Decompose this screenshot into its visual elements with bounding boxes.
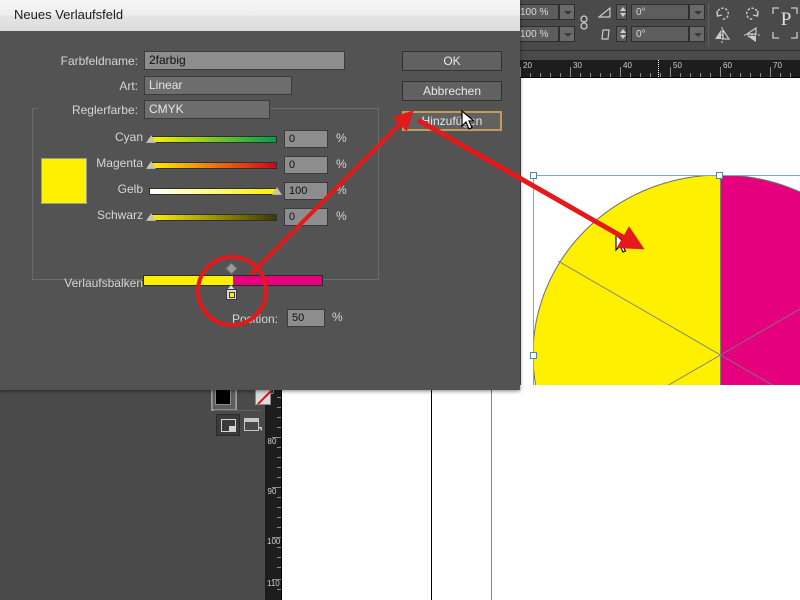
rotate-icon[interactable] [598,27,612,41]
black-label: Schwarz [53,208,143,222]
rotation-field[interactable]: 0° [631,26,689,42]
position-label: Position: [178,312,278,326]
vertical-ruler[interactable]: 0 80 90 100 110 [265,385,282,600]
gradient-ramp-label: Verlaufsbalken [30,276,143,290]
horizontal-ruler[interactable]: 20 30 40 50 60 70 [515,60,800,78]
none-swatch[interactable] [255,389,271,405]
yellow-unit: % [336,183,347,197]
cyan-slider-track[interactable] [149,136,277,143]
flip-horizontal-icon[interactable] [714,26,732,44]
control-panel: 100 % 100 % 0° 0° [515,0,800,51]
black-slider-thumb[interactable] [146,213,156,221]
apply-to-text-button[interactable] [242,414,262,434]
black-value-input[interactable]: 0 [284,208,328,226]
ruler-label-h-5: 70 [773,61,782,70]
mouse-cursor-artwork [615,234,629,254]
page-edge-line-lower [431,385,432,600]
magenta-label: Magenta [53,156,143,170]
ruler-label-h-3: 50 [673,61,682,70]
ruler-label-h-2: 40 [623,61,632,70]
shear-icon[interactable] [598,5,612,19]
cyan-unit: % [336,131,347,145]
ruler-label-v-1: 80 [267,438,277,445]
mouse-cursor-add-button [461,110,476,131]
flip-vertical-icon[interactable] [743,26,761,44]
magenta-slider-thumb[interactable] [146,161,156,169]
toolbox-divider [214,410,262,411]
position-input[interactable]: 50 [287,309,325,327]
scale-x-dropdown[interactable] [559,4,575,20]
magenta-slider-track[interactable] [149,162,277,169]
shear-dropdown[interactable] [689,4,705,20]
position-unit: % [332,310,343,324]
swatch-name-input[interactable]: 2farbig [144,51,345,70]
link-chain-icon[interactable] [578,13,590,33]
toolbox-swatch-cluster [212,386,264,442]
dialog-titlebar[interactable]: Neues Verlaufsfeld [0,0,520,31]
shear-field[interactable]: 0° [631,4,689,20]
ruler-label-v-3: 100 [267,538,277,545]
gradient-stop-selected[interactable] [226,286,237,300]
shear-stepper[interactable] [616,4,627,20]
yellow-label: Gelb [63,182,143,196]
scale-y-field[interactable]: 100 % [515,26,559,42]
cancel-button[interactable]: Abbrechen [402,81,502,101]
ok-button[interactable]: OK [402,51,502,71]
slider-color-label: Reglerfarbe: [8,103,138,117]
scale-x-field[interactable]: 100 % [515,4,559,20]
ruler-label-h-1: 30 [573,61,582,70]
reference-point-label: P [777,9,795,31]
dialog-title: Neues Verlaufsfeld [14,7,123,22]
rotation-dropdown[interactable] [689,26,705,42]
magenta-unit: % [336,157,347,171]
rotate-clockwise-icon[interactable] [714,4,732,22]
rotate-counterclockwise-icon[interactable] [743,4,761,22]
cyan-label: Cyan [63,130,143,144]
black-swatch[interactable] [215,389,231,405]
ruler-label-v-2: 90 [267,488,277,495]
cyan-value-input[interactable]: 0 [284,130,328,148]
gradient-type-select[interactable]: Linear [144,76,292,95]
rotation-stepper[interactable] [616,26,627,42]
ruler-label-h-4: 60 [723,61,732,70]
slider-color-select[interactable]: CMYK [144,100,270,119]
gradient-type-label: Art: [8,79,138,93]
yellow-slider-thumb[interactable] [272,187,282,195]
add-button[interactable]: Hinzufügen [402,111,502,131]
document-page-lower[interactable] [281,385,800,600]
yellow-value-input[interactable]: 100 [284,182,328,200]
scale-y-dropdown[interactable] [559,26,575,42]
margin-guide-lower [491,385,492,600]
ruler-page-marker [658,60,660,77]
selection-handle-top-left[interactable] [530,172,537,179]
new-gradient-swatch-dialog: Neues Verlaufsfeld Farbfeldname: 2farbig… [0,0,520,390]
magenta-value-input[interactable]: 0 [284,156,328,174]
cyan-slider-thumb[interactable] [146,135,156,143]
apply-to-container-button[interactable] [216,414,240,436]
black-slider-track[interactable] [149,214,277,221]
selection-handle-top-center[interactable] [716,172,723,179]
dialog-body: Farbfeldname: 2farbig Art: Linear Regler… [8,31,512,383]
swatch-name-label: Farbfeldname: [8,54,138,68]
black-unit: % [336,209,347,223]
selection-handle-middle-left[interactable] [530,352,537,359]
yellow-slider-track[interactable] [149,188,277,195]
ruler-label-v-4: 110 [267,580,277,587]
ruler-label-h-0: 20 [523,61,532,70]
